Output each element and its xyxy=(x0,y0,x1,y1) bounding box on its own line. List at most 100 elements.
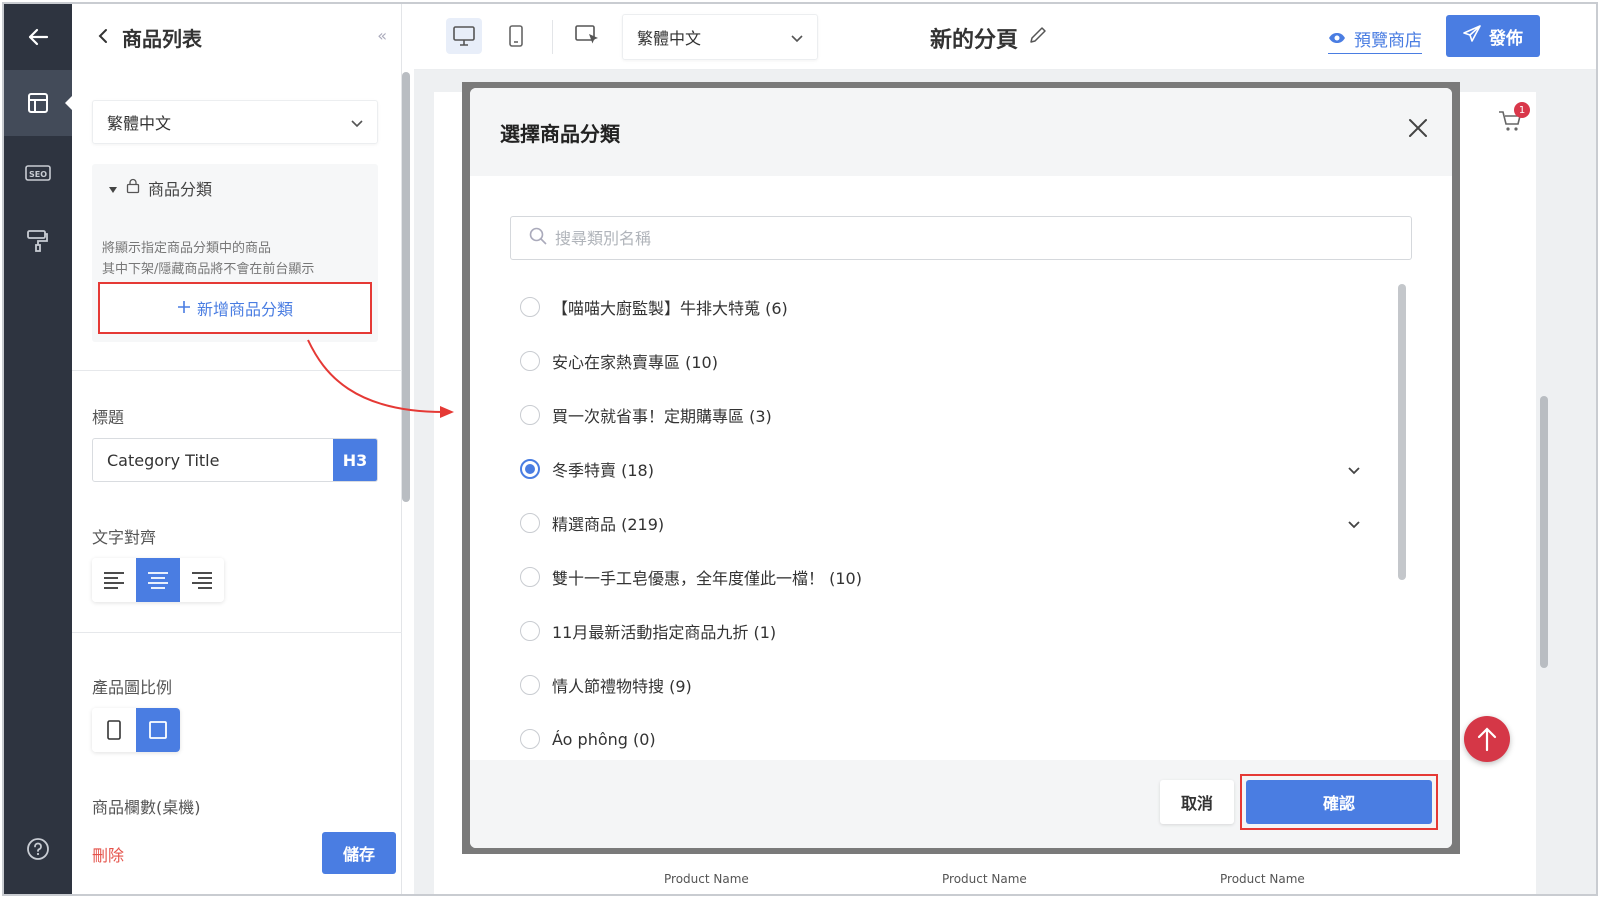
layout-icon[interactable] xyxy=(4,70,73,136)
panel-language-select[interactable]: 繁體中文 xyxy=(92,100,378,144)
category-search-input[interactable] xyxy=(555,228,1355,248)
canvas-scrollbar[interactable] xyxy=(1540,396,1548,668)
category-option[interactable]: 冬季特賣 (18) xyxy=(520,442,1380,496)
eye-icon xyxy=(1328,29,1346,49)
collapse-panel-icon[interactable]: « xyxy=(377,26,387,45)
chevron-down-icon xyxy=(791,28,803,47)
align-left-icon[interactable] xyxy=(92,558,136,602)
category-option[interactable]: 精選商品 (219) xyxy=(520,496,1380,550)
category-description-line1: 將顯示指定商品分類中的商品 xyxy=(102,241,272,256)
preview-store-label: 預覽商店 xyxy=(1354,31,1422,51)
mobile-view-icon[interactable] xyxy=(498,18,534,54)
category-description: 將顯示指定商品分類中的商品 其中下架/隱藏商品將不會在前台顯示 xyxy=(102,238,372,280)
chevron-down-icon xyxy=(351,113,363,132)
publish-label: 發佈 xyxy=(1489,28,1523,49)
add-category-label: 新增商品分類 xyxy=(196,300,293,319)
back-arrow-icon[interactable] xyxy=(4,4,72,70)
panel-header: 商品列表 « xyxy=(72,4,401,70)
category-option-label: Áo phông (0) xyxy=(552,729,656,749)
image-ratio-label: 產品圖比例 xyxy=(92,678,173,697)
align-center-icon[interactable] xyxy=(136,558,180,602)
category-list: 【喵喵大廚監製】牛排大特蒐 (6) 安心在家熱賣專區 (10) 買一次就省事！定期購… xyxy=(520,280,1400,758)
cancel-button[interactable]: 取消 xyxy=(1160,780,1234,824)
product-name-text: Product Name xyxy=(942,872,1027,886)
columns-label: 商品欄數(桌機) xyxy=(92,798,201,817)
title-field-value[interactable]: Category Title xyxy=(93,451,333,470)
panel-title: 商品列表 xyxy=(122,26,202,51)
plus-icon xyxy=(177,299,191,318)
category-option[interactable]: 安心在家熱賣專區 (10) xyxy=(520,334,1380,388)
category-radio[interactable] xyxy=(520,621,540,641)
pencil-icon[interactable] xyxy=(1028,25,1048,51)
add-category-button[interactable]: 新增商品分類 xyxy=(98,282,372,334)
category-radio[interactable] xyxy=(520,675,540,695)
modal-header: 選擇商品分類 xyxy=(470,88,1452,176)
category-section-title: 商品分類 xyxy=(148,180,213,199)
svg-text:SEO: SEO xyxy=(29,170,47,179)
category-option-label: 精選商品 (219) xyxy=(552,515,665,534)
cart-count-badge: 1 xyxy=(1514,102,1530,118)
category-option[interactable]: Áo phông (0) xyxy=(520,712,1380,758)
toolbar-language-select[interactable]: 繁體中文 xyxy=(622,14,818,60)
category-option[interactable]: 雙十一手工皂優惠，全年度僅此一檔！ (10) xyxy=(520,550,1380,604)
heading-level-button[interactable]: H3 xyxy=(333,439,377,481)
text-align-group xyxy=(92,558,224,602)
category-section-header[interactable]: 商品分類 xyxy=(108,176,212,200)
select-category-modal: 選擇商品分類 【喵喵大廚監製】牛排大特蒐 (6) 安心在家熱賣專區 (10) 買一次… xyxy=(470,88,1452,848)
modal-list-scrollbar[interactable] xyxy=(1398,284,1406,580)
product-name-text: Product Name xyxy=(664,872,749,886)
divider xyxy=(72,632,402,633)
align-right-icon[interactable] xyxy=(180,558,224,602)
category-option-label: 11月最新活動指定商品九折 (1) xyxy=(552,623,777,642)
category-option-label: 安心在家熱賣專區 (10) xyxy=(552,353,718,372)
portrait-ratio-icon[interactable] xyxy=(92,708,136,752)
delete-button[interactable]: 刪除 xyxy=(92,842,124,866)
category-option[interactable]: 買一次就省事！定期購專區 (3) xyxy=(520,388,1380,442)
title-label: 標題 xyxy=(92,408,125,427)
category-option[interactable]: 情人節禮物特搜 (9) xyxy=(520,658,1380,712)
category-radio[interactable] xyxy=(520,513,540,533)
scroll-to-top-button[interactable] xyxy=(1464,716,1510,762)
publish-button[interactable]: 發佈 xyxy=(1446,15,1540,57)
chevron-left-icon[interactable] xyxy=(96,25,110,49)
confirm-button[interactable]: 確認 xyxy=(1246,780,1432,824)
page-name-text: 新的分頁 xyxy=(930,28,1019,53)
category-search-field[interactable] xyxy=(510,216,1412,260)
app-window: SEO 商品列表 « 繁體中文 商品分類 將顯示指定商品分類中的商品 其中下架/… xyxy=(2,2,1598,896)
help-circle-icon[interactable] xyxy=(4,816,72,882)
desktop-view-icon[interactable] xyxy=(446,18,482,54)
category-radio[interactable] xyxy=(520,729,540,749)
seo-icon[interactable]: SEO xyxy=(4,140,72,206)
category-radio[interactable] xyxy=(520,405,540,425)
category-option-label: 冬季特賣 (18) xyxy=(552,461,654,480)
category-radio[interactable] xyxy=(520,459,540,479)
close-icon[interactable] xyxy=(1408,118,1428,142)
square-ratio-icon[interactable] xyxy=(136,708,180,752)
category-option-label: 情人節禮物特搜 (9) xyxy=(552,677,692,696)
title-field[interactable]: Category Title H3 xyxy=(92,438,378,482)
left-rail: SEO xyxy=(4,4,73,894)
paint-roller-icon[interactable] xyxy=(4,208,72,274)
category-section: 商品分類 將顯示指定商品分類中的商品 其中下架/隱藏商品將不會在前台顯示 新增商… xyxy=(92,164,378,342)
category-radio[interactable] xyxy=(520,351,540,371)
confirm-highlight: 確認 xyxy=(1240,774,1438,830)
category-option[interactable]: 【喵喵大廚監製】牛排大特蒐 (6) xyxy=(520,280,1380,334)
product-name-text: Product Name xyxy=(1220,872,1305,886)
image-ratio-group xyxy=(92,708,180,752)
expand-chevron-icon[interactable] xyxy=(1348,514,1360,533)
category-radio[interactable] xyxy=(520,567,540,587)
category-option[interactable]: 11月最新活動指定商品九折 (1) xyxy=(520,604,1380,658)
text-align-label: 文字對齊 xyxy=(92,528,157,547)
toolbar-divider xyxy=(552,20,553,54)
cursor-select-icon[interactable] xyxy=(570,18,606,54)
category-radio[interactable] xyxy=(520,297,540,317)
caret-down-icon xyxy=(108,179,118,198)
preview-store-link[interactable]: 預覽商店 xyxy=(1328,26,1422,54)
page-name: 新的分頁 xyxy=(930,22,1048,54)
panel-scrollbar[interactable] xyxy=(402,72,410,502)
arrow-up-icon xyxy=(1477,727,1497,752)
cart-icon[interactable]: 1 xyxy=(1498,102,1530,136)
expand-chevron-icon[interactable] xyxy=(1348,460,1360,479)
category-option-label: 買一次就省事！定期購專區 (3) xyxy=(552,407,772,426)
save-button[interactable]: 儲存 xyxy=(322,832,396,874)
